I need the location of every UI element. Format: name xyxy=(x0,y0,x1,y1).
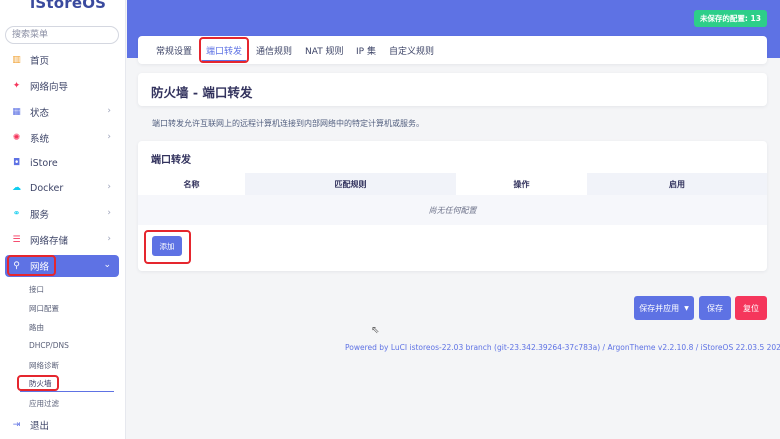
footer-text: Powered by LuCI istoreos-22.03 branch (g… xyxy=(345,343,780,352)
sidebar-item-label: iStore xyxy=(30,157,58,169)
sidebar-item-nas[interactable]: ☰ 网络存储 › xyxy=(5,229,119,251)
submenu-item-interfaces[interactable]: 接口 xyxy=(29,284,44,295)
table-header: 名称 匹配规则 操作 启用 xyxy=(138,173,767,195)
chevron-right-icon: › xyxy=(107,182,111,192)
page-description: 端口转发允许互联网上的远程计算机连接到内部网络中的特定计算机或服务。 xyxy=(152,119,424,128)
submenu-item-ports[interactable]: 网口配置 xyxy=(29,303,59,314)
status-icon: ▦ xyxy=(12,107,21,117)
highlight-box xyxy=(17,375,59,391)
tab-custom-rules[interactable]: 自定义规则 xyxy=(389,44,434,57)
sidebar-item-label: 服务 xyxy=(30,210,50,221)
search-menu-input[interactable]: 搜索菜单 xyxy=(5,26,119,44)
submenu-item-app-filter[interactable]: 应用过滤 xyxy=(29,398,59,409)
istore-icon: ◘ xyxy=(12,158,21,168)
column-header-action: 操作 xyxy=(513,179,530,189)
page-title: 防火墙 - 端口转发 xyxy=(151,85,253,100)
sidebar-item-home[interactable]: ▥ 首页 xyxy=(5,49,119,71)
highlight-box xyxy=(7,255,56,276)
page-title-card: 防火墙 - 端口转发 xyxy=(138,73,767,106)
port-forward-section: 端口转发 名称 匹配规则 操作 启用 尚无任何配置 添加 xyxy=(138,141,767,271)
sidebar-item-label: 首页 xyxy=(30,56,50,67)
tab-nat-rules[interactable]: NAT 规则 xyxy=(305,44,344,57)
sidebar-item-label: 网络向导 xyxy=(30,82,69,93)
chevron-right-icon: › xyxy=(107,132,111,142)
sidebar-item-system[interactable]: ✺ 系统 › xyxy=(5,127,119,149)
chevron-right-icon: › xyxy=(107,234,111,244)
save-apply-label: 保存并应用 xyxy=(639,303,680,313)
firewall-tabs: 常规设置 端口转发 通信规则 NAT 规则 IP 集 自定义规则 xyxy=(138,36,767,64)
unsaved-changes-badge[interactable]: 未保存的配置: 13 xyxy=(693,10,767,27)
sidebar-item-label: 网络存储 xyxy=(30,236,69,247)
empty-table-message: 尚无任何配置 xyxy=(138,195,767,225)
column-header-enable: 启用 xyxy=(587,173,767,195)
sidebar-item-istore[interactable]: ◘ iStore xyxy=(5,152,119,174)
sidebar-item-docker[interactable]: ☁ Docker › xyxy=(5,177,119,199)
brand-logo: iStoreOS xyxy=(30,0,107,12)
section-title: 端口转发 xyxy=(151,155,191,166)
sidebar-item-label: 退出 xyxy=(30,421,50,432)
nas-icon: ☰ xyxy=(12,235,21,245)
sidebar-item-label: 系统 xyxy=(30,134,50,145)
sidebar-item-label: Docker xyxy=(30,182,64,194)
caret-down-icon: ▼ xyxy=(684,304,689,312)
save-apply-button[interactable]: 保存并应用 ▼ xyxy=(634,296,694,320)
docker-icon: ☁ xyxy=(12,183,21,193)
services-icon: ⚭ xyxy=(12,209,21,219)
sidebar-item-wizard[interactable]: ✦ 网络向导 xyxy=(5,75,119,97)
home-icon: ▥ xyxy=(12,55,21,65)
sidebar-item-services[interactable]: ⚭ 服务 › xyxy=(5,203,119,225)
mouse-cursor-icon: ⇖ xyxy=(371,325,380,336)
sidebar: iStoreOS 搜索菜单 ▥ 首页 ✦ 网络向导 ▦ 状态 › ✺ 系统 › … xyxy=(0,0,126,439)
column-header-match: 匹配规则 xyxy=(245,173,456,195)
submenu-item-routes[interactable]: 路由 xyxy=(29,322,44,333)
submenu-item-diagnostics[interactable]: 网络诊断 xyxy=(29,360,59,371)
sidebar-item-status[interactable]: ▦ 状态 › xyxy=(5,101,119,123)
chevron-right-icon: › xyxy=(107,208,111,218)
logout-icon: ⇥ xyxy=(12,420,21,430)
tab-ipsets[interactable]: IP 集 xyxy=(356,44,376,57)
chevron-right-icon: › xyxy=(107,106,111,116)
reset-button[interactable]: 复位 xyxy=(735,296,767,320)
tab-general[interactable]: 常规设置 xyxy=(156,44,192,57)
save-button[interactable]: 保存 xyxy=(699,296,731,320)
tab-traffic-rules[interactable]: 通信规则 xyxy=(256,44,292,57)
sidebar-item-label: 状态 xyxy=(30,108,50,119)
wizard-icon: ✦ xyxy=(12,81,21,91)
column-header-name: 名称 xyxy=(183,179,200,189)
system-gear-icon: ✺ xyxy=(12,133,21,143)
highlight-box xyxy=(144,230,191,264)
active-submenu-underline xyxy=(20,391,114,392)
highlight-box xyxy=(199,37,249,63)
chevron-down-icon: ⌄ xyxy=(103,260,111,270)
sidebar-item-logout[interactable]: ⇥ 退出 xyxy=(5,414,119,436)
submenu-item-dhcp-dns[interactable]: DHCP/DNS xyxy=(29,341,69,350)
